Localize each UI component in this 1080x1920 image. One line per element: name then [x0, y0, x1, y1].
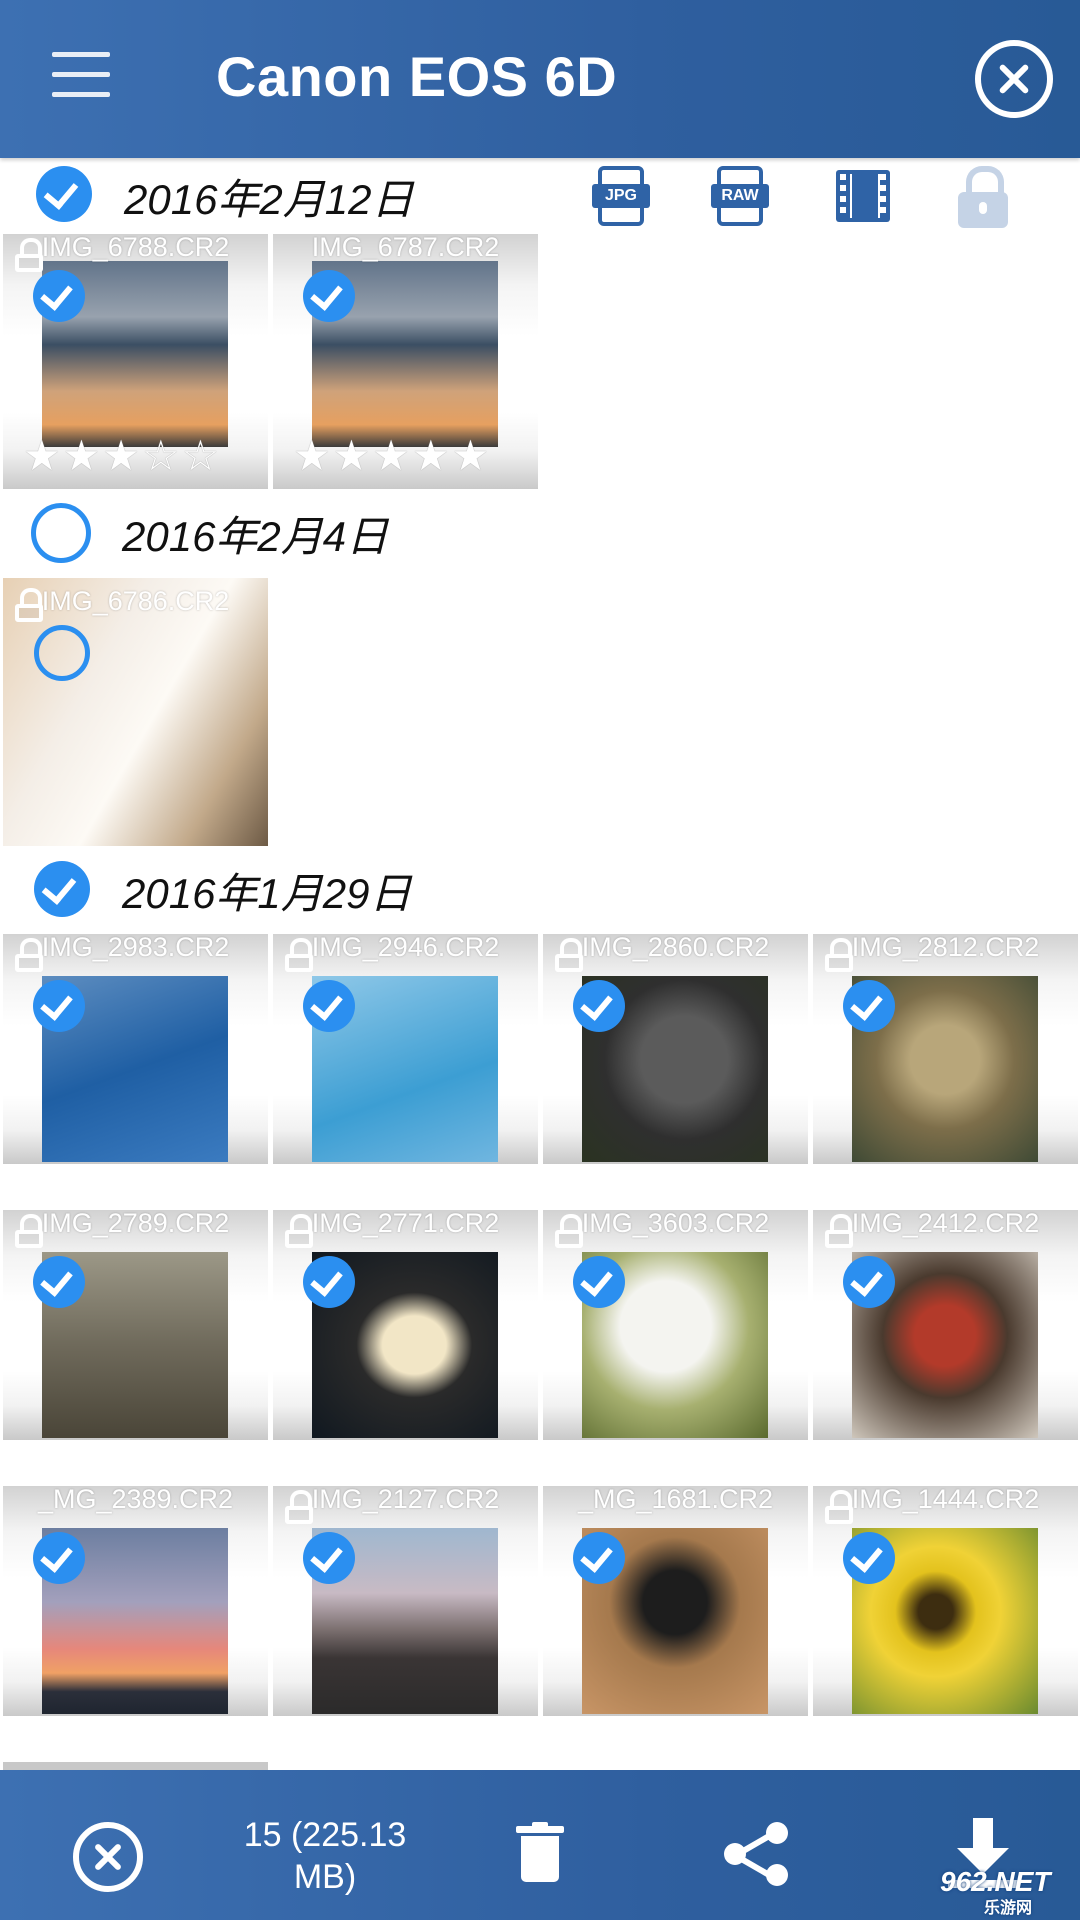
lock-filter-icon[interactable]	[954, 166, 1012, 228]
photo-tile[interactable]: IMG_6788.CR2 ★★★☆☆	[3, 234, 268, 489]
star-rating[interactable]: ★★★★★	[293, 431, 491, 480]
star-rating[interactable]: ★★★☆☆	[23, 431, 221, 480]
lock-icon	[13, 588, 45, 622]
lock-icon	[283, 1214, 315, 1248]
photo-checkbox[interactable]	[33, 1532, 85, 1584]
photo-tile[interactable]: IMG_2946.CR2	[273, 934, 538, 1164]
menu-icon[interactable]	[52, 52, 110, 98]
group-date-label: 2016年2月4日	[122, 513, 389, 560]
lock-icon	[823, 1214, 855, 1248]
group-select-all-checkbox[interactable]	[36, 166, 92, 222]
top-app-bar: Canon EOS 6D	[0, 0, 1080, 158]
group-date-label: 2016年1月29日	[122, 870, 412, 917]
lock-icon	[283, 1490, 315, 1524]
lock-icon	[13, 938, 45, 972]
photo-tile[interactable]: IMG_2771.CR2	[273, 1210, 538, 1440]
clear-selection-icon[interactable]	[73, 1822, 143, 1892]
photo-tile[interactable]: IMG_2789.CR2	[3, 1210, 268, 1440]
lock-icon	[283, 938, 315, 972]
lock-icon	[823, 1490, 855, 1524]
photo-checkbox[interactable]	[33, 1256, 85, 1308]
lock-icon	[553, 938, 585, 972]
lock-icon	[553, 1214, 585, 1248]
watermark-logo: 962.NET 乐游网	[940, 1866, 1051, 1917]
photo-checkbox[interactable]	[573, 1532, 625, 1584]
photo-tile[interactable]: IMG_1444.CR2	[813, 1486, 1078, 1716]
photo-checkbox[interactable]	[33, 980, 85, 1032]
photo-checkbox[interactable]	[843, 980, 895, 1032]
video-filter-icon[interactable]	[834, 166, 892, 228]
photo-checkbox[interactable]	[34, 625, 90, 681]
close-icon[interactable]	[975, 40, 1053, 118]
photo-tile[interactable]: IMG_2812.CR2	[813, 934, 1078, 1164]
photo-checkbox[interactable]	[573, 980, 625, 1032]
photo-tile-partial[interactable]	[3, 1762, 268, 1770]
photo-checkbox[interactable]	[303, 980, 355, 1032]
photo-tile[interactable]: IMG_2412.CR2	[813, 1210, 1078, 1440]
photo-checkbox[interactable]	[303, 1256, 355, 1308]
photo-tile[interactable]: IMG_6787.CR2 ★★★★★	[273, 234, 538, 489]
group-select-all-checkbox[interactable]	[31, 503, 91, 563]
photo-checkbox[interactable]	[843, 1532, 895, 1584]
photo-tile[interactable]: IMG_6786.CR2	[3, 578, 268, 846]
photo-tile[interactable]: IMG_2860.CR2	[543, 934, 808, 1164]
photo-tile[interactable]: IMG_2983.CR2	[3, 934, 268, 1164]
file-name: _MG_2389.CR2	[37, 1486, 234, 1514]
lock-icon	[13, 238, 45, 272]
file-name: _MG_1681.CR2	[577, 1486, 774, 1514]
group-select-all-checkbox[interactable]	[34, 861, 90, 917]
photo-tile[interactable]: _MG_1681.CR2	[543, 1486, 808, 1716]
photo-checkbox[interactable]	[33, 270, 85, 322]
photo-tile[interactable]: IMG_2127.CR2	[273, 1486, 538, 1716]
photo-checkbox[interactable]	[303, 1532, 355, 1584]
jpg-filter-icon[interactable]: JPG	[592, 166, 650, 228]
photo-checkbox[interactable]	[843, 1256, 895, 1308]
photo-tile[interactable]: IMG_3603.CR2	[543, 1210, 808, 1440]
lock-icon	[13, 1214, 45, 1248]
photo-checkbox[interactable]	[573, 1256, 625, 1308]
delete-icon[interactable]	[516, 1822, 564, 1882]
lock-icon	[823, 938, 855, 972]
group-date-label: 2016年2月12日	[124, 176, 414, 223]
raw-filter-icon[interactable]: RAW	[711, 166, 769, 228]
selection-summary: 15 (225.13 MB)	[243, 1816, 407, 1896]
photo-tile[interactable]: _MG_2389.CR2	[3, 1486, 268, 1716]
file-name: IMG_6787.CR2	[311, 234, 500, 262]
camera-title: Canon EOS 6D	[216, 45, 618, 108]
photo-checkbox[interactable]	[303, 270, 355, 322]
share-icon[interactable]	[720, 1818, 790, 1888]
